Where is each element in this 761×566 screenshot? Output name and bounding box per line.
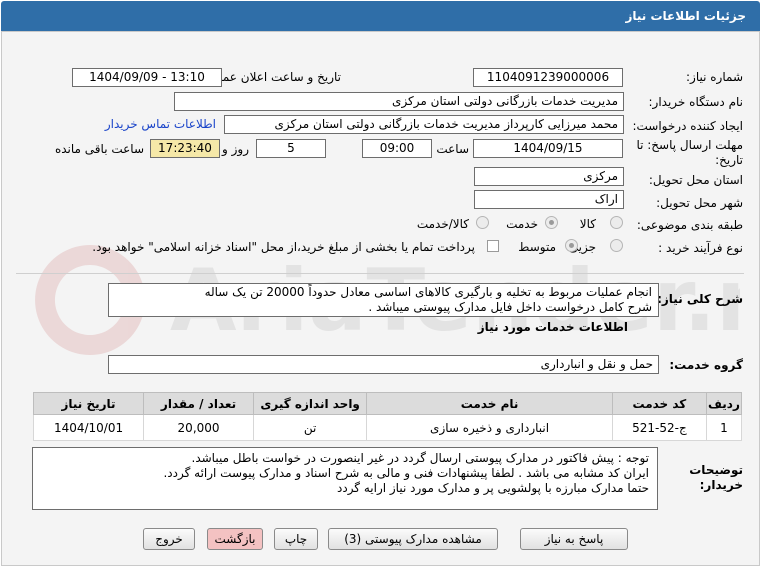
cell-service-code: ج-52-521 [611,414,707,441]
description-label: شرح کلی نیاز: [657,292,743,306]
category-goods-label: کالا [579,217,596,231]
cell-quantity: 20,000 [143,414,255,441]
description-line-2: شرح کامل درخواست داخل فایل مدارک پیوستی … [368,300,652,314]
requester-field: محمد میرزایی کارپرداز مدیریت خدمات بازرگ… [224,115,624,134]
remaining-days-field: 5 [256,139,326,158]
col-need-date: تاریخ نیاز [32,392,145,415]
process-medium-label: متوسط [518,240,556,254]
view-attachments-button[interactable]: مشاهده مدارک پیوستی (3) [328,528,498,550]
back-button[interactable]: بازگشت [207,528,263,550]
remaining-time-label: ساعت باقی مانده [54,142,144,156]
description-line-1: انجام عملیات مربوط به تخلیه و بارگیری کا… [204,285,652,299]
buyer-org-label: نام دستگاه خریدار: [648,95,744,109]
announce-date-field: 1404/09/09 - 13:10 [72,68,222,87]
buyer-contact-link[interactable]: اطلاعات تماس خریدار [105,117,216,131]
divider [16,273,744,274]
buyer-notes-line-2: ایران کد مشابه می باشد . لطفا پیشنهادات … [163,466,649,480]
reply-button[interactable]: پاسخ به نیاز [520,528,628,550]
col-row: ردیف [705,392,743,415]
col-unit: واحد اندازه گیری [253,392,368,415]
services-section-title: اطلاعات خدمات مورد نیاز [477,320,628,334]
buyer-notes-label: توضیحات [689,463,743,477]
process-type-label: نوع فرآیند خرید : [658,241,743,255]
description-field: انجام عملیات مربوط به تخلیه و بارگیری کا… [108,283,659,317]
service-group-label: گروه خدمت: [669,358,743,372]
cell-service-name: انبارداری و ذخیره سازی [366,414,613,441]
col-quantity: تعداد / مقدار [143,392,255,415]
category-goods-radio[interactable] [610,216,623,229]
category-label: طبقه بندی موضوعی: [636,218,743,232]
services-table: ردیف کد خدمت نام خدمت واحد اندازه گیری ت… [32,392,743,441]
buyer-notes-line-3: حتما مدارک مبارزه با پولشویی پر و مدارک … [337,481,649,495]
city-field: اراک [474,190,624,209]
page-title: جزئیات اطلاعات نیاز [625,9,746,23]
buyer-notes-line-1: توجه : پیش فاکتور در مدارک پیوستی ارسال … [191,451,650,465]
deadline-date-label: تاریخ: [715,153,743,167]
process-minor-radio[interactable] [610,239,623,252]
province-field: مرکزی [474,167,624,186]
deadline-time-field: 09:00 [362,139,432,158]
col-service-name: نام خدمت [366,392,613,415]
buyer-org-field: مدیریت خدمات بازرگانی دولتی استان مرکزی [174,92,624,111]
days-label: روز و [222,142,249,156]
cell-unit: تن [253,414,368,441]
treasury-payment-note: پرداخت تمام یا بخشی از مبلغ خرید،از محل … [92,240,475,254]
exit-button[interactable]: خروج [143,528,195,550]
process-medium-radio[interactable] [565,239,578,252]
province-label: استان محل تحویل: [648,173,743,187]
category-service-label: خدمت [506,217,538,231]
buyer-notes-field: توجه : پیش فاکتور در مدارک پیوستی ارسال … [32,447,658,510]
category-goods-service-label: کالا/خدمت [416,217,469,231]
title-bar: جزئیات اطلاعات نیاز [1,1,760,31]
buyer-notes-label-2: خریدار: [699,478,743,492]
col-service-code: کد خدمت [611,392,707,415]
need-number-field: 1104091239000006 [473,68,623,87]
requester-label: ایجاد کننده درخواست: [632,119,743,133]
remaining-time-field: 17:23:40 [150,139,220,158]
deadline-time-label: ساعت [436,142,469,156]
deadline-date-field: 1404/09/15 [473,139,623,158]
category-service-radio[interactable] [545,216,558,229]
city-label: شهر محل تحویل: [656,196,743,210]
print-button[interactable]: چاپ [274,528,318,550]
table-header-row: ردیف کد خدمت نام خدمت واحد اندازه گیری ت… [32,392,743,415]
cell-need-date: 1404/10/01 [32,414,145,441]
deadline-label: مهلت ارسال پاسخ: تا [636,138,743,152]
service-group-field: حمل و نقل و انبارداری [108,355,659,374]
table-row: 1 ج-52-521 انبارداری و ذخیره سازی تن 20,… [32,414,743,441]
treasury-payment-checkbox[interactable] [487,240,499,252]
cell-row: 1 [705,414,743,441]
category-goods-service-radio[interactable] [476,216,489,229]
need-number-label: شماره نیاز: [686,70,743,84]
